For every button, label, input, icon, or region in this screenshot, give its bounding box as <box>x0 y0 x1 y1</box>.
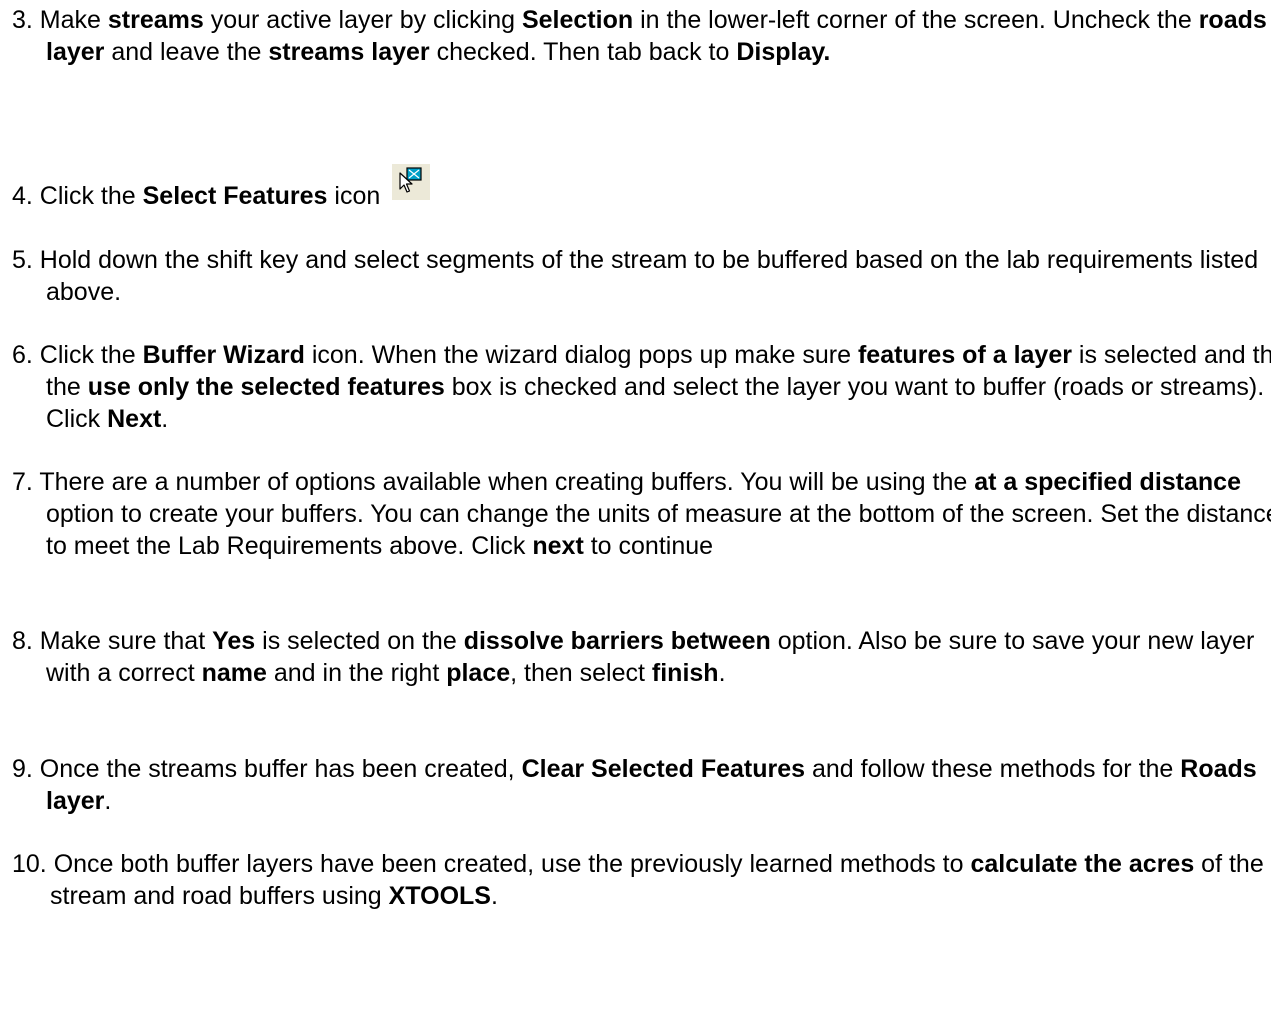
bold-term: name <box>201 659 267 687</box>
step-text: icon. When the wizard dialog pops up mak… <box>304 341 858 369</box>
step-text: . <box>718 659 726 687</box>
step-3: 3. Make streams your active layer by cli… <box>12 4 1271 68</box>
step-text: , then select <box>510 659 652 687</box>
step-text: is selected on the <box>255 627 464 655</box>
step-text: 7. There are a number of options availab… <box>12 468 975 496</box>
step-text: 6. Click the <box>12 341 143 369</box>
step-text: 5. Hold down the shift key and select se… <box>12 246 1259 306</box>
step-6: 6. Click the Buffer Wizard icon. When th… <box>12 339 1271 435</box>
step-text: and follow these methods for the <box>805 755 1181 783</box>
step-text: to continue <box>583 532 714 560</box>
step-text: 10. Once both buffer layers have been cr… <box>12 850 971 878</box>
step-8: 8. Make sure that Yes is selected on the… <box>12 625 1271 689</box>
step-text: in the lower-left corner of the screen. … <box>633 6 1199 34</box>
step-text: 8. Make sure that <box>12 627 213 655</box>
step-text: . <box>161 405 169 433</box>
bold-term: Yes <box>212 627 256 655</box>
step-text: 4. Click the <box>12 182 143 210</box>
step-text: your active layer by clicking <box>203 6 522 34</box>
step-text: . <box>490 882 498 910</box>
bold-term: Buffer Wizard <box>142 341 305 369</box>
bold-term: calculate the acres <box>970 850 1195 878</box>
bold-term: Select Features <box>142 182 328 210</box>
bold-term: streams <box>107 6 204 34</box>
step-9: 9. Once the streams buffer has been crea… <box>12 753 1271 817</box>
bold-term: features of a layer <box>857 341 1072 369</box>
bold-term: XTOOLS <box>388 882 491 910</box>
step-10: 10. Once both buffer layers have been cr… <box>12 848 1271 912</box>
step-text: checked. Then tab back to <box>429 38 737 66</box>
select-features-icon <box>392 164 431 200</box>
bold-term: Selection <box>521 6 634 34</box>
bold-term: dissolve barriers between <box>463 627 771 655</box>
bold-term: Next <box>107 405 162 433</box>
step-text: icon <box>327 182 381 210</box>
bold-term: next <box>532 532 584 560</box>
instruction-document: 3. Make streams your active layer by cli… <box>0 0 1271 1017</box>
step-text: 9. Once the streams buffer has been crea… <box>12 755 522 783</box>
step-text: 3. Make <box>12 6 108 34</box>
bold-term: at a specified distance <box>974 468 1241 496</box>
step-5: 5. Hold down the shift key and select se… <box>12 244 1271 308</box>
bold-term: finish <box>651 659 719 687</box>
bold-term: use only the selected features <box>87 373 445 401</box>
bold-term: place <box>446 659 511 687</box>
step-4: 4. Click the Select Features icon <box>12 164 1271 212</box>
step-text: and leave the <box>104 38 269 66</box>
bold-term: streams layer <box>268 38 430 66</box>
step-text: and in the right <box>266 659 447 687</box>
bold-term: Display. <box>736 38 831 66</box>
bold-term: Clear Selected Features <box>521 755 806 783</box>
step-text: . <box>104 787 112 815</box>
step-7: 7. There are a number of options availab… <box>12 466 1271 562</box>
